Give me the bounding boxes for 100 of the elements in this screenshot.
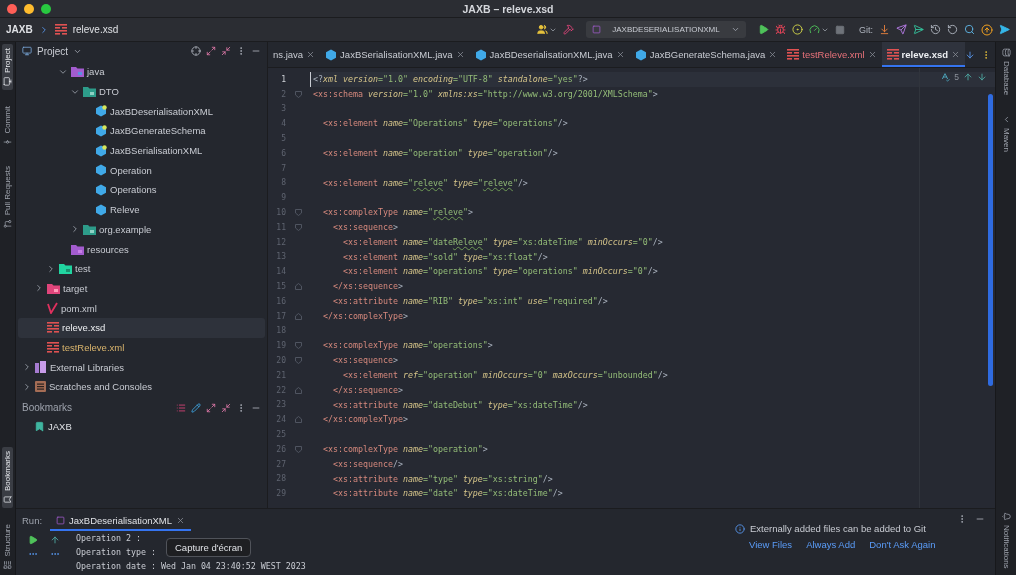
tree-item[interactable]: org.example	[18, 219, 265, 240]
rollback-icon[interactable]	[947, 24, 958, 35]
code-line: <xs:schema version="1.0" xmlns:xs="http://www.w3.org/2001/XMLSchema">	[313, 87, 658, 101]
notification-link[interactable]: View Files	[749, 539, 793, 550]
chevron-right-icon[interactable]	[70, 224, 80, 235]
gauge-icon[interactable]	[809, 24, 820, 35]
tree-item[interactable]: test	[18, 258, 265, 279]
tree-item[interactable]: Scratches and Consoles	[18, 377, 265, 397]
tool-window-tab[interactable]: Pull Requests	[2, 162, 13, 233]
editor-tab[interactable]: releve.xsd	[881, 42, 966, 67]
arrow-up-icon[interactable]	[963, 72, 973, 82]
logo-icon[interactable]	[999, 24, 1010, 35]
run-icon[interactable]	[758, 24, 769, 35]
tree-item[interactable]: resources	[18, 239, 265, 259]
tree-item[interactable]: releve.xsd	[18, 317, 265, 338]
tree-item[interactable]: target	[18, 278, 265, 299]
run-tab[interactable]: JaxBDeserialisationXML	[50, 509, 192, 531]
tree-item[interactable]: JaxBSerialisationXML	[18, 140, 265, 161]
close-icon[interactable]	[176, 515, 186, 525]
editor-tab[interactable]: JaxBSerialisationXML.java	[320, 42, 470, 67]
fold-icon[interactable]	[294, 312, 302, 320]
editor-tab[interactable]: JaxBGenerateSchema.java	[629, 42, 783, 67]
search-icon[interactable]	[964, 24, 975, 35]
scrollbar[interactable]	[988, 94, 993, 386]
tool-window-tab[interactable]: Maven	[1000, 111, 1012, 157]
chevron-right-icon[interactable]	[46, 263, 56, 274]
tool-window-tab[interactable]: Bookmarks	[2, 446, 13, 508]
hammer-icon[interactable]	[563, 24, 574, 35]
minimize-button[interactable]	[24, 4, 34, 14]
class-icon	[325, 48, 338, 61]
fold-icon[interactable]	[294, 416, 302, 424]
tool-window-tab[interactable]: Project	[2, 44, 13, 90]
code-line: <xs:element name="operations" type="operations" minOccurs="0"/>	[341, 265, 658, 279]
editor-tab[interactable]: ns.java	[268, 42, 321, 67]
tree-item[interactable]: External Libraries	[18, 357, 265, 377]
close-icon[interactable]	[615, 50, 625, 59]
collapse-icon[interactable]	[221, 46, 231, 56]
crosshair-icon[interactable]	[191, 46, 201, 56]
arrow-down-icon[interactable]	[965, 49, 975, 60]
tool-window-tab[interactable]: Structure	[2, 519, 13, 573]
class-icon	[95, 124, 107, 137]
fold-icon[interactable]	[294, 283, 302, 291]
coverage-icon[interactable]	[792, 24, 803, 35]
arrow-down-icon[interactable]	[977, 72, 987, 82]
close-icon[interactable]	[306, 50, 316, 59]
fold-icon[interactable]	[294, 386, 302, 394]
tree-item[interactable]: JaxBDeserialisationXML	[18, 101, 265, 122]
tree-item[interactable]: DTO	[18, 81, 265, 102]
run-configuration-dropdown[interactable]: JAXBDESERIALISATIONXML	[586, 21, 746, 38]
expand-icon[interactable]	[206, 402, 216, 413]
tree-item[interactable]: Operation	[18, 160, 265, 181]
tree-item[interactable]: Operations	[18, 180, 265, 200]
monitor-icon	[3, 76, 12, 86]
debug-icon[interactable]	[775, 24, 786, 35]
editor-tab[interactable]: JaxBDeserialisationXML.java	[469, 42, 630, 67]
chevron-right-icon[interactable]	[22, 362, 32, 373]
list-icon[interactable]	[176, 402, 186, 413]
bookmark-item[interactable]: JAXB	[18, 416, 265, 437]
push-icon[interactable]	[913, 24, 924, 35]
close-icon[interactable]	[455, 50, 465, 59]
update-icon[interactable]	[879, 24, 890, 35]
tool-window-tab[interactable]: Commit	[2, 101, 13, 151]
chevron-right-icon[interactable]	[22, 381, 32, 392]
tree-item[interactable]: java	[18, 62, 265, 82]
arrow-up-icon[interactable]	[50, 535, 60, 545]
editor-tab[interactable]: testReleve.xml	[782, 42, 882, 67]
chevron-right-icon[interactable]	[34, 283, 44, 294]
stop-icon[interactable]	[835, 24, 845, 35]
folder-icon	[83, 86, 96, 98]
code-line: <xs:attribute name="date" type="xs:dateTime"/>	[331, 487, 563, 501]
close-icon[interactable]	[768, 50, 778, 59]
commit-icon[interactable]	[896, 24, 907, 35]
users-icon[interactable]	[537, 24, 548, 35]
close-icon[interactable]	[867, 50, 877, 59]
tree-item[interactable]: testReleve.xml	[18, 337, 265, 358]
tool-window-tab[interactable]: Notifications	[1000, 508, 1012, 573]
project-name[interactable]: JAXB	[6, 24, 33, 35]
zoom-button[interactable]	[41, 4, 51, 14]
run-icon[interactable]	[28, 535, 38, 545]
fold-icon[interactable]	[294, 445, 302, 453]
expand-icon[interactable]	[206, 46, 216, 56]
close-icon[interactable]	[951, 50, 961, 59]
tree-item[interactable]: JaxBGenerateSchema	[18, 121, 265, 141]
spellcheck-icon[interactable]	[940, 72, 951, 82]
close-button[interactable]	[7, 4, 17, 14]
collapse-icon[interactable]	[221, 402, 231, 413]
pencil-icon[interactable]	[191, 402, 201, 413]
notification-link[interactable]: Always Add	[806, 539, 856, 550]
tree-item[interactable]: Releve	[18, 199, 265, 220]
tool-window-tab[interactable]: Database	[1000, 44, 1012, 100]
project-view-dropdown[interactable]: Project	[37, 45, 69, 57]
fold-icon[interactable]	[294, 90, 302, 98]
schema-file-icon	[54, 24, 67, 35]
inspection-count[interactable]: 5	[954, 72, 959, 82]
update-circle-icon[interactable]	[981, 23, 993, 36]
file-name[interactable]: releve.xsd	[72, 24, 119, 35]
code-line: <xs:element name="dateReleve" type="xs:dateTime" minOccurs="0"/>	[341, 235, 663, 249]
history-icon[interactable]	[930, 24, 941, 35]
notification-link[interactable]: Don't Ask Again	[869, 539, 936, 550]
tree-item[interactable]: pom.xml	[18, 298, 265, 318]
